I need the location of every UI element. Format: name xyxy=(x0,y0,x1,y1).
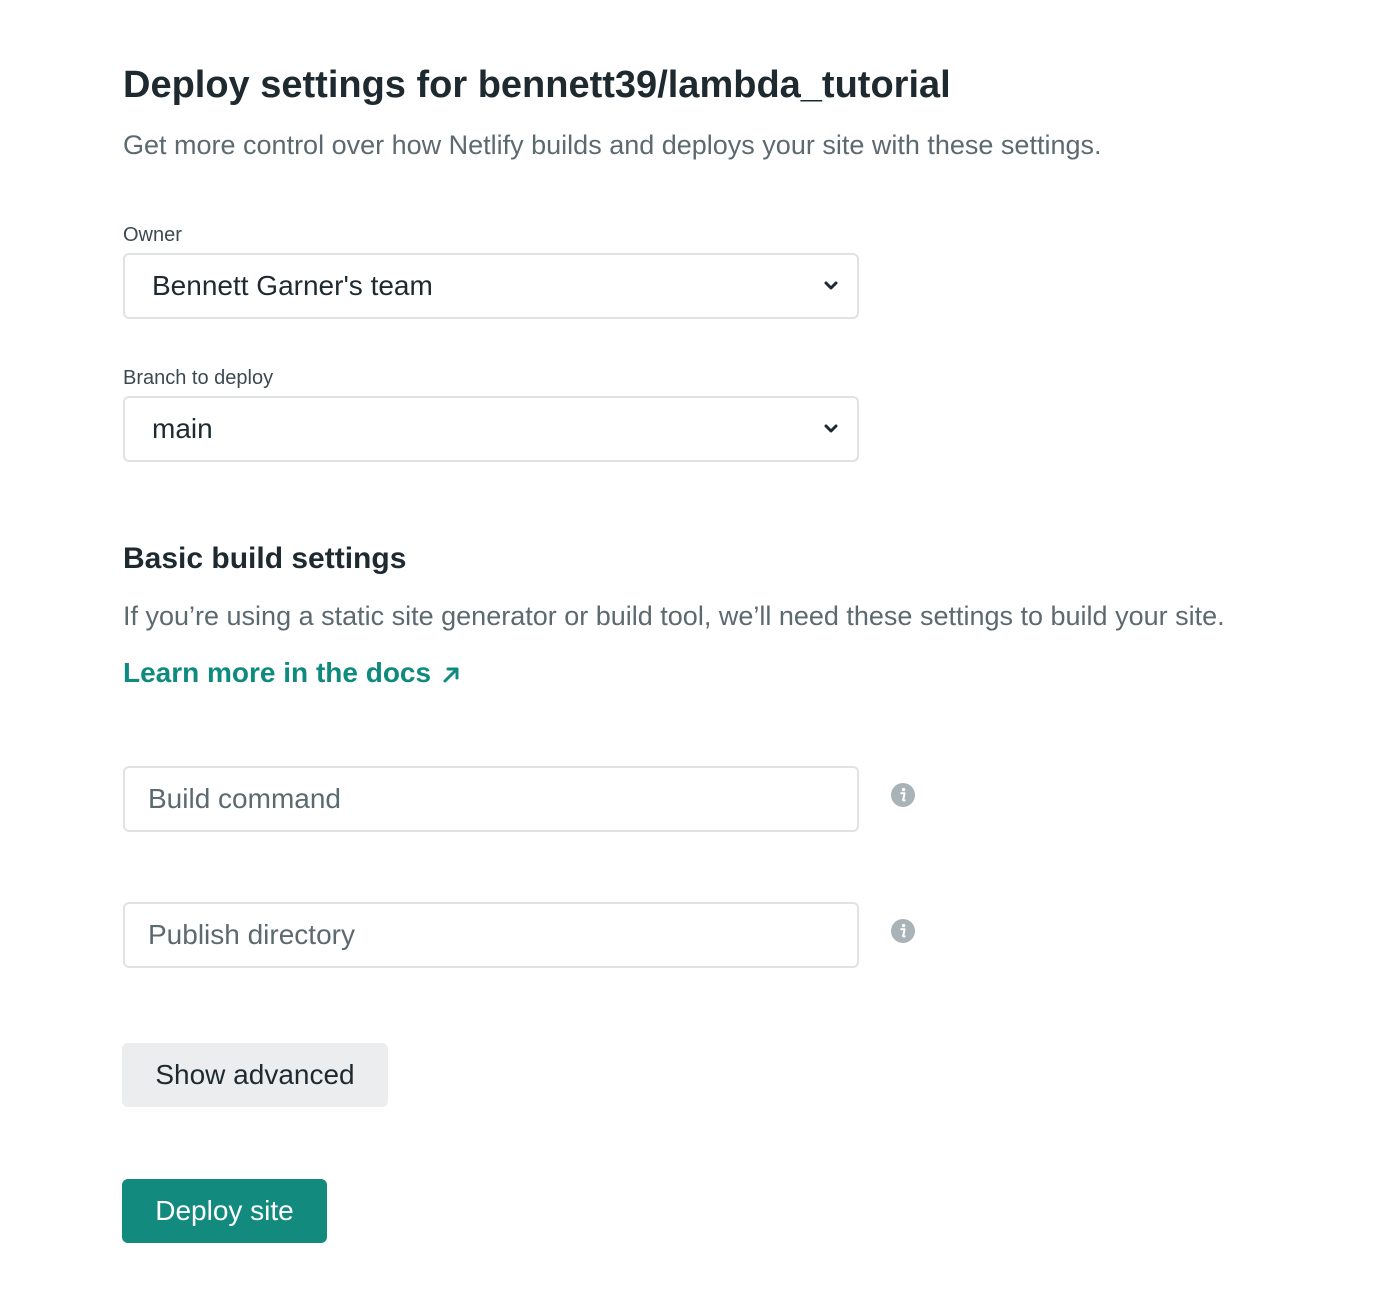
branch-label: Branch to deploy xyxy=(123,367,274,389)
info-icon[interactable] xyxy=(891,919,915,943)
info-icon[interactable] xyxy=(891,783,915,807)
docs-link-label: Learn more in the docs xyxy=(123,657,432,688)
owner-label: Owner xyxy=(123,224,182,246)
page-subtitle: Get more control over how Netlify builds… xyxy=(123,130,1102,160)
build-command-input[interactable] xyxy=(123,766,859,832)
arrow-up-right-icon xyxy=(443,667,459,683)
owner-select-value: Bennett Garner's team xyxy=(152,270,433,301)
owner-select[interactable]: Bennett Garner's team xyxy=(123,253,859,319)
chevron-down-icon xyxy=(824,281,838,290)
docs-link[interactable]: Learn more in the docs xyxy=(123,656,461,690)
deploy-site-button[interactable]: Deploy site xyxy=(122,1179,327,1243)
publish-directory-input[interactable] xyxy=(123,902,859,968)
page-title: Deploy settings for bennett39/lambda_tut… xyxy=(123,64,951,106)
show-advanced-button[interactable]: Show advanced xyxy=(122,1043,388,1107)
section-description: If you’re using a static site generator … xyxy=(123,601,1225,631)
branch-select[interactable]: main xyxy=(123,396,859,462)
branch-select-value: main xyxy=(152,413,213,444)
chevron-down-icon xyxy=(824,424,838,433)
section-title: Basic build settings xyxy=(123,542,407,575)
